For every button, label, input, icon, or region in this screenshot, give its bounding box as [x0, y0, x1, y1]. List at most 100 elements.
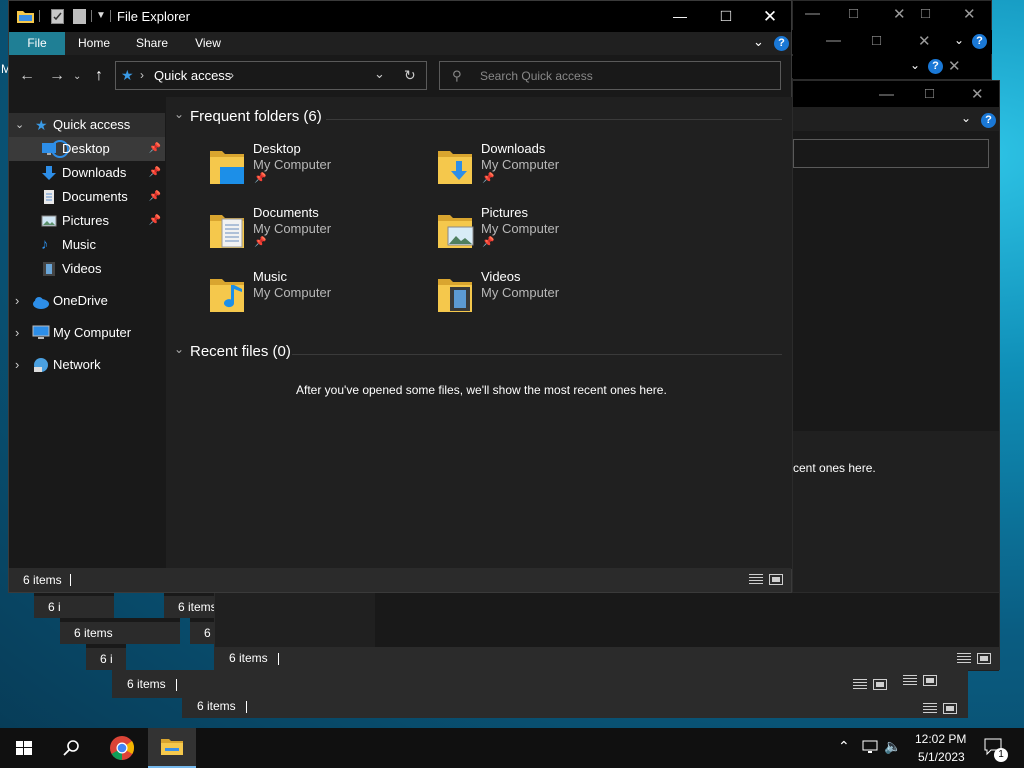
properties-icon[interactable] — [51, 9, 64, 24]
maximize-button[interactable]: □ — [703, 1, 749, 32]
close-button[interactable]: ✕ — [747, 1, 793, 32]
sidebar-item-onedrive[interactable]: › OneDrive — [9, 289, 165, 313]
network-icon — [32, 357, 50, 381]
minimize-icon[interactable]: — — [805, 5, 820, 22]
close-icon[interactable]: ✕ — [918, 32, 931, 50]
maximize-icon[interactable]: □ — [925, 85, 934, 102]
chevron-right-icon[interactable]: › — [15, 289, 19, 313]
close-icon[interactable]: ✕ — [963, 5, 976, 23]
close-icon[interactable]: ✕ — [971, 85, 984, 103]
clock-date[interactable]: 5/1/2023 — [918, 750, 965, 764]
minimize-icon[interactable]: — — [879, 86, 894, 103]
volume-icon[interactable]: 🔈 — [884, 738, 901, 755]
tab-view[interactable]: View — [181, 32, 235, 55]
refresh-icon[interactable]: ↻ — [404, 67, 416, 84]
breadcrumb-separator-icon[interactable]: › — [140, 68, 144, 82]
chevron-down-icon[interactable]: ⌄ — [910, 58, 920, 72]
close-icon[interactable]: ✕ — [893, 5, 906, 23]
maximize-icon[interactable]: □ — [872, 32, 881, 49]
sidebar-item-quick-access[interactable]: ⌄ ★ Quick access — [9, 113, 165, 137]
chevron-down-icon[interactable]: ⌄ — [15, 113, 24, 137]
tab-file[interactable]: File — [9, 32, 65, 55]
status-text: 6 items — [74, 626, 113, 640]
up-arrow-icon[interactable]: ↑ — [95, 67, 103, 85]
large-icons-view-icon[interactable] — [769, 574, 783, 585]
new-folder-icon[interactable] — [73, 9, 86, 24]
details-view-icon[interactable] — [853, 679, 867, 690]
sidebar-item-desktop[interactable]: Desktop 📌 — [9, 137, 165, 161]
recent-files-header[interactable]: Recent files (0) — [190, 343, 291, 360]
folder-tile-documents[interactable]: Documents My Computer 📌 — [208, 205, 428, 261]
collapse-chevron-icon[interactable]: ⌄ — [174, 107, 184, 121]
help-icon[interactable]: ? — [928, 59, 943, 74]
pin-icon[interactable]: 📌 — [149, 209, 161, 233]
sidebar-item-my-computer[interactable]: › My Computer — [9, 321, 165, 345]
customize-quick-access-icon[interactable]: ▼ — [96, 10, 106, 21]
network-status-icon[interactable] — [862, 739, 880, 758]
minimize-button[interactable]: — — [657, 1, 703, 32]
sidebar-item-videos[interactable]: Videos — [9, 257, 165, 281]
pin-icon[interactable]: 📌 — [149, 161, 161, 185]
navigation-pane: ⌄ ★ Quick access Desktop 📌 Downloads 📌 D… — [9, 106, 165, 569]
details-view-icon[interactable] — [903, 675, 917, 686]
file-explorer-taskbar-icon[interactable] — [148, 728, 196, 768]
address-dropdown-chevron-icon[interactable]: ⌄ — [374, 66, 385, 82]
folder-tile-pictures[interactable]: Pictures My Computer 📌 — [436, 205, 656, 261]
frequent-folders-header[interactable]: Frequent folders (6) — [190, 108, 322, 125]
folder-name: Music — [253, 269, 287, 284]
help-icon[interactable]: ? — [774, 36, 789, 51]
maximize-icon[interactable]: □ — [921, 5, 930, 22]
background-window-bottom: 6 items — [182, 697, 968, 718]
sidebar-item-downloads[interactable]: Downloads 📌 — [9, 161, 165, 185]
maximize-icon[interactable]: □ — [849, 5, 858, 22]
chevron-down-icon[interactable]: ⌄ — [954, 33, 964, 47]
pin-icon[interactable]: 📌 — [149, 185, 161, 209]
collapse-chevron-icon[interactable]: ⌄ — [174, 342, 184, 356]
sidebar-item-documents[interactable]: Documents 📌 — [9, 185, 165, 209]
search-icon[interactable] — [48, 728, 96, 768]
video-film-icon — [41, 261, 57, 277]
pin-icon: 📌 — [254, 173, 267, 184]
back-arrow-icon[interactable]: ← — [19, 67, 35, 85]
breadcrumb-quick-access[interactable]: Quick access — [154, 68, 231, 83]
details-view-icon[interactable] — [957, 653, 971, 664]
tab-home[interactable]: Home — [67, 32, 121, 55]
folder-tile-music[interactable]: Music My Computer — [208, 269, 428, 325]
folder-tile-downloads[interactable]: Downloads My Computer 📌 — [436, 141, 656, 197]
chevron-down-icon[interactable]: ⌄ — [961, 111, 971, 125]
sidebar-item-pictures[interactable]: Pictures 📌 — [9, 209, 165, 233]
title-bar[interactable]: ▼ File Explorer — □ ✕ — [9, 1, 791, 32]
tab-share[interactable]: Share — [125, 32, 179, 55]
help-icon[interactable]: ? — [972, 34, 987, 49]
chrome-icon[interactable] — [98, 728, 146, 768]
large-icons-view-icon[interactable] — [977, 653, 991, 664]
sidebar-item-network[interactable]: › Network — [9, 353, 165, 377]
details-view-icon[interactable] — [923, 703, 937, 714]
clock-time[interactable]: 12:02 PM — [915, 732, 966, 746]
forward-arrow-icon[interactable]: → — [49, 67, 65, 85]
show-hidden-icons-chevron-icon[interactable]: ⌃ — [838, 738, 850, 755]
search-box[interactable]: ⚲ Search Quick access — [439, 61, 781, 90]
download-arrow-icon — [41, 165, 57, 181]
minimize-icon[interactable]: — — [826, 32, 841, 49]
chevron-right-icon[interactable]: › — [15, 353, 19, 377]
large-icons-view-icon[interactable] — [943, 703, 957, 714]
folder-tile-desktop[interactable]: Desktop My Computer 📌 — [208, 141, 428, 197]
large-icons-view-icon[interactable] — [923, 675, 937, 686]
start-button[interactable] — [0, 728, 48, 768]
close-icon[interactable]: ✕ — [948, 57, 961, 75]
breadcrumb-separator-icon[interactable]: › — [230, 68, 234, 82]
search-box[interactable] — [793, 139, 989, 168]
pin-icon: 📌 — [254, 237, 267, 248]
address-bar[interactable]: ★ › Quick access › ⌄ ↻ — [115, 61, 427, 90]
pin-icon[interactable]: 📌 — [149, 137, 161, 161]
folder-tile-videos[interactable]: Videos My Computer — [436, 269, 656, 325]
expand-ribbon-chevron-icon[interactable]: ⌄ — [753, 34, 764, 50]
recent-locations-chevron-icon[interactable]: ⌄ — [73, 71, 81, 82]
folder-location: My Computer — [481, 285, 560, 300]
help-icon[interactable]: ? — [981, 113, 996, 128]
sidebar-item-music[interactable]: ♪ Music — [9, 233, 165, 257]
details-view-icon[interactable] — [749, 574, 763, 585]
large-icons-view-icon[interactable] — [873, 679, 887, 690]
chevron-right-icon[interactable]: › — [15, 321, 19, 345]
